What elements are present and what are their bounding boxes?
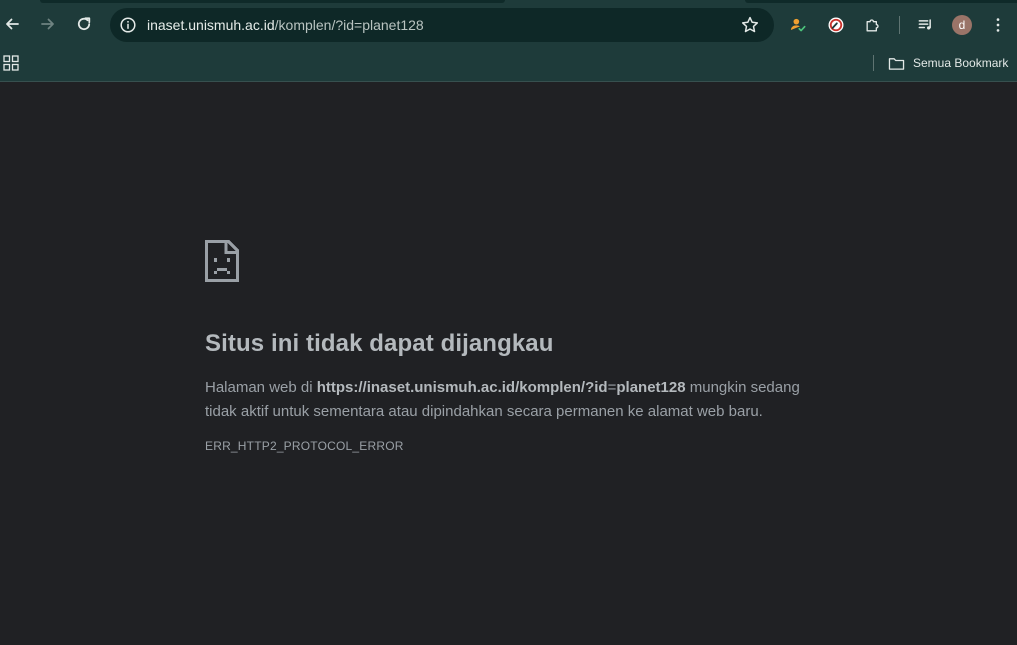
media-control-icon[interactable]	[914, 13, 938, 37]
site-info-icon[interactable]	[119, 16, 137, 34]
error-page: Situs ini tidak dapat dijangkau Halaman …	[0, 83, 1017, 645]
url-text[interactable]: inaset.unismuh.ac.id/komplen/?id=planet1…	[147, 17, 424, 33]
all-bookmarks-button[interactable]: Semua Bookmark	[888, 53, 1008, 73]
extension-gauge-icon[interactable]	[824, 13, 848, 37]
arrow-left-icon	[6, 18, 19, 30]
folder-icon	[888, 57, 905, 70]
profile-avatar[interactable]: d	[952, 15, 972, 35]
error-description: Halaman web di https://inaset.unismuh.ac…	[205, 376, 825, 424]
all-bookmarks-label: Semua Bookmark	[913, 56, 1009, 70]
url-path: /komplen/?id=planet128	[274, 17, 424, 33]
back-button[interactable]	[0, 9, 27, 39]
address-bar[interactable]: inaset.unismuh.ac.id/komplen/?id=planet1…	[110, 8, 774, 42]
error-code: ERR_HTTP2_PROTOCOL_ERROR	[205, 439, 404, 453]
tab-strip-edge	[40, 0, 505, 3]
arrow-right-icon	[41, 18, 54, 30]
reload-icon	[77, 17, 91, 31]
browser-menu-icon[interactable]	[986, 13, 1010, 37]
sad-page-icon	[205, 240, 239, 282]
error-title: Situs ini tidak dapat dijangkau	[205, 330, 554, 357]
desc-url: https://inaset.unismuh.ac.id/komplen/?id	[316, 379, 608, 396]
reload-button[interactable]	[69, 9, 99, 39]
bookmarks-bar: Semua Bookmark	[0, 50, 1017, 82]
toolbar-separator	[899, 16, 900, 34]
forward-button[interactable]	[33, 9, 63, 39]
desc-prefix: Halaman web di	[205, 379, 317, 396]
browser-toolbar: inaset.unismuh.ac.id/komplen/?id=planet1…	[0, 0, 1017, 50]
url-host: inaset.unismuh.ac.id	[147, 17, 275, 33]
extension-person-check-icon[interactable]	[786, 13, 810, 37]
tab-strip-edge	[745, 0, 1017, 3]
apps-grid-icon[interactable]	[3, 55, 19, 71]
desc-url-tail: planet128	[616, 379, 686, 396]
bookmarks-separator	[873, 55, 874, 71]
extensions-puzzle-icon[interactable]	[861, 13, 885, 37]
bookmark-star-icon[interactable]	[740, 15, 760, 35]
